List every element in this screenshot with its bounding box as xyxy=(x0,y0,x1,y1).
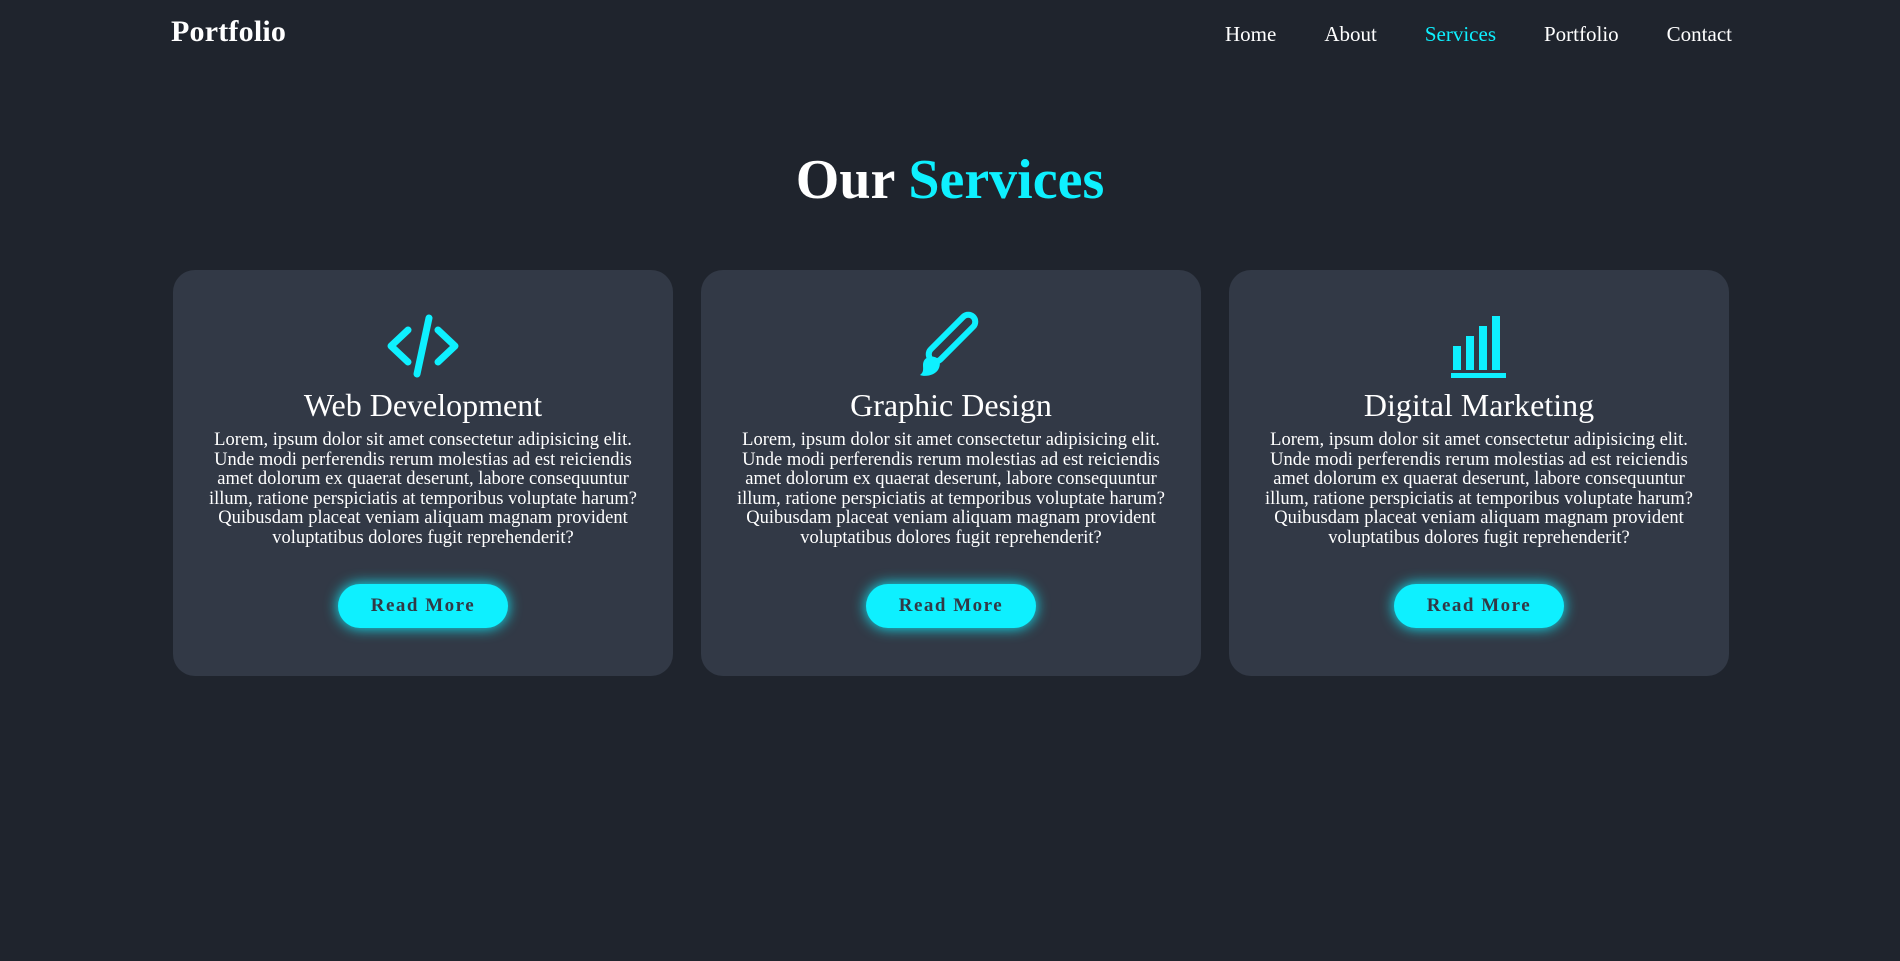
service-description: Lorem, ipsum dolor sit amet consectetur … xyxy=(209,430,637,548)
service-title: Digital Marketing xyxy=(1363,387,1595,423)
read-more-button[interactable]: Read More xyxy=(866,584,1036,629)
nav-portfolio[interactable]: Portfolio xyxy=(1544,22,1619,47)
service-description: Lorem, ipsum dolor sit amet consectetur … xyxy=(1265,430,1693,548)
logo[interactable]: Portfolio xyxy=(171,15,286,49)
paintbrush-icon xyxy=(729,310,1173,382)
service-description: Lorem, ipsum dolor sit amet consectetur … xyxy=(737,430,1165,548)
section-title-accent: Services xyxy=(908,149,1105,211)
service-title: Graphic Design xyxy=(850,387,1052,423)
nav-services[interactable]: Services xyxy=(1425,22,1496,47)
nav-home[interactable]: Home xyxy=(1225,22,1276,47)
read-more-button[interactable]: Read More xyxy=(1394,584,1564,629)
read-more-button[interactable]: Read More xyxy=(338,584,508,629)
service-card-web-development: Web Development Lorem, ipsum dolor sit a… xyxy=(173,270,673,676)
services-list: Web Development Lorem, ipsum dolor sit a… xyxy=(173,270,1729,676)
service-title: Web Development xyxy=(303,387,543,423)
section-title-plain: Our xyxy=(795,149,895,211)
nav-contact[interactable]: Contact xyxy=(1667,22,1732,47)
service-card-digital-marketing: Digital Marketing Lorem, ipsum dolor sit… xyxy=(1229,270,1729,676)
bar-chart-icon xyxy=(1257,310,1701,382)
main-nav: Home About Services Portfolio Contact xyxy=(1177,22,1732,47)
nav-about[interactable]: About xyxy=(1324,22,1377,47)
site-header: Portfolio Home About Services Portfolio … xyxy=(0,0,1900,72)
code-icon xyxy=(201,310,645,382)
service-card-graphic-design: Graphic Design Lorem, ipsum dolor sit am… xyxy=(701,270,1201,676)
section-title: Our Services xyxy=(0,148,1900,212)
